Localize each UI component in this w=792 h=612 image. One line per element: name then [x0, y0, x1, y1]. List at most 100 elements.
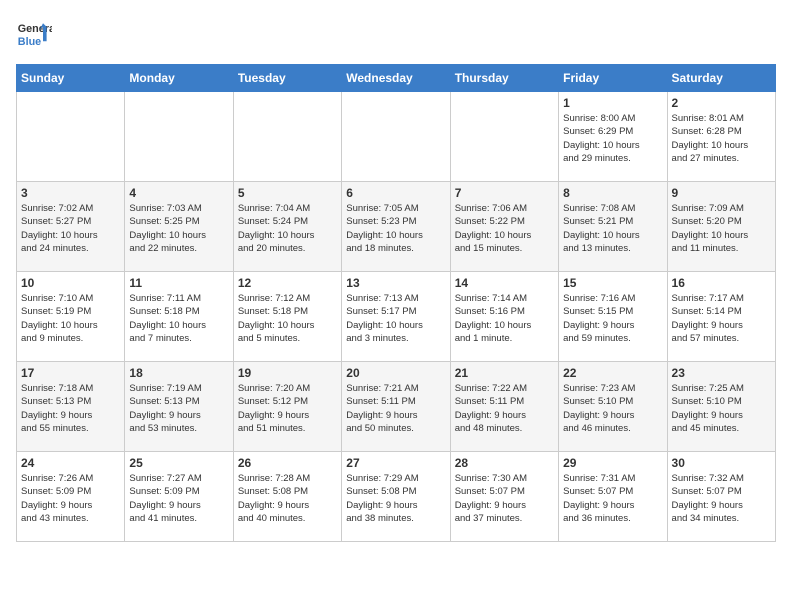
day-number: 30 [672, 456, 771, 470]
day-info: Sunrise: 7:23 AM Sunset: 5:10 PM Dayligh… [563, 382, 662, 435]
day-number: 16 [672, 276, 771, 290]
calendar-cell: 6 Sunrise: 7:05 AM Sunset: 5:23 PM Daylig… [342, 182, 450, 272]
day-info: Sunrise: 7:19 AM Sunset: 5:13 PM Dayligh… [129, 382, 228, 435]
logo: General Blue [16, 16, 52, 52]
weekday-header-saturday: Saturday [667, 65, 775, 92]
calendar-cell: 10 Sunrise: 7:10 AM Sunset: 5:19 PM Dayli… [17, 272, 125, 362]
day-number: 10 [21, 276, 120, 290]
day-info: Sunrise: 7:02 AM Sunset: 5:27 PM Dayligh… [21, 202, 120, 255]
day-info: Sunrise: 7:32 AM Sunset: 5:07 PM Dayligh… [672, 472, 771, 525]
day-number: 3 [21, 186, 120, 200]
calendar-cell: 17Sunrise: 7:18 AM Sunset: 5:13 PM Dayli… [17, 362, 125, 452]
day-number: 26 [238, 456, 337, 470]
day-info: Sunrise: 7:26 AM Sunset: 5:09 PM Dayligh… [21, 472, 120, 525]
calendar-cell: 23Sunrise: 7:25 AM Sunset: 5:10 PM Dayli… [667, 362, 775, 452]
calendar-cell: 14 Sunrise: 7:14 AM Sunset: 5:16 PM Dayli… [450, 272, 558, 362]
weekday-header-thursday: Thursday [450, 65, 558, 92]
weekday-header-tuesday: Tuesday [233, 65, 341, 92]
day-info: Sunrise: 7:25 AM Sunset: 5:10 PM Dayligh… [672, 382, 771, 435]
day-number: 25 [129, 456, 228, 470]
calendar-cell [342, 92, 450, 182]
weekday-header-monday: Monday [125, 65, 233, 92]
calendar-cell: 21Sunrise: 7:22 AM Sunset: 5:11 PM Dayli… [450, 362, 558, 452]
day-number: 19 [238, 366, 337, 380]
day-number: 18 [129, 366, 228, 380]
calendar-cell: 4 Sunrise: 7:03 AM Sunset: 5:25 PM Daylig… [125, 182, 233, 272]
day-info: Sunrise: 7:21 AM Sunset: 5:11 PM Dayligh… [346, 382, 445, 435]
day-info: Sunrise: 8:01 AM Sunset: 6:28 PM Dayligh… [672, 112, 771, 165]
calendar-cell: 20 Sunrise: 7:21 AM Sunset: 5:11 PM Dayli… [342, 362, 450, 452]
general-blue-logo-icon: General Blue [16, 16, 52, 52]
day-info: Sunrise: 7:18 AM Sunset: 5:13 PM Dayligh… [21, 382, 120, 435]
day-number: 6 [346, 186, 445, 200]
calendar-cell [17, 92, 125, 182]
calendar-cell: 16 Sunrise: 7:17 AM Sunset: 5:14 PM Dayli… [667, 272, 775, 362]
day-number: 4 [129, 186, 228, 200]
calendar-cell [450, 92, 558, 182]
day-number: 7 [455, 186, 554, 200]
calendar-cell [125, 92, 233, 182]
calendar-header-row: SundayMondayTuesdayWednesdayThursdayFrid… [17, 65, 776, 92]
day-number: 22 [563, 366, 662, 380]
day-number: 9 [672, 186, 771, 200]
calendar-cell: 8 Sunrise: 7:08 AM Sunset: 5:21 PM Daylig… [559, 182, 667, 272]
day-info: Sunrise: 7:30 AM Sunset: 5:07 PM Dayligh… [455, 472, 554, 525]
calendar-cell: 2 Sunrise: 8:01 AM Sunset: 6:28 PM Daylig… [667, 92, 775, 182]
day-info: Sunrise: 7:16 AM Sunset: 5:15 PM Dayligh… [563, 292, 662, 345]
calendar-cell: 1 Sunrise: 8:00 AM Sunset: 6:29 PM Daylig… [559, 92, 667, 182]
day-number: 13 [346, 276, 445, 290]
weekday-header-sunday: Sunday [17, 65, 125, 92]
calendar-cell [233, 92, 341, 182]
day-info: Sunrise: 7:08 AM Sunset: 5:21 PM Dayligh… [563, 202, 662, 255]
calendar-week-row: 10 Sunrise: 7:10 AM Sunset: 5:19 PM Dayli… [17, 272, 776, 362]
day-info: Sunrise: 7:20 AM Sunset: 5:12 PM Dayligh… [238, 382, 337, 435]
calendar-cell: 13 Sunrise: 7:13 AM Sunset: 5:17 PM Dayli… [342, 272, 450, 362]
calendar-cell: 9 Sunrise: 7:09 AM Sunset: 5:20 PM Daylig… [667, 182, 775, 272]
day-info: Sunrise: 7:03 AM Sunset: 5:25 PM Dayligh… [129, 202, 228, 255]
day-number: 14 [455, 276, 554, 290]
day-number: 24 [21, 456, 120, 470]
day-info: Sunrise: 7:12 AM Sunset: 5:18 PM Dayligh… [238, 292, 337, 345]
day-number: 28 [455, 456, 554, 470]
calendar-week-row: 24 Sunrise: 7:26 AM Sunset: 5:09 PM Dayli… [17, 452, 776, 542]
day-number: 12 [238, 276, 337, 290]
calendar-cell: 18 Sunrise: 7:19 AM Sunset: 5:13 PM Dayli… [125, 362, 233, 452]
calendar-cell: 25Sunrise: 7:27 AM Sunset: 5:09 PM Dayli… [125, 452, 233, 542]
day-info: Sunrise: 7:09 AM Sunset: 5:20 PM Dayligh… [672, 202, 771, 255]
calendar-cell: 7Sunrise: 7:06 AM Sunset: 5:22 PM Daylig… [450, 182, 558, 272]
day-info: Sunrise: 8:00 AM Sunset: 6:29 PM Dayligh… [563, 112, 662, 165]
day-number: 15 [563, 276, 662, 290]
calendar-cell: 22 Sunrise: 7:23 AM Sunset: 5:10 PM Dayli… [559, 362, 667, 452]
day-info: Sunrise: 7:11 AM Sunset: 5:18 PM Dayligh… [129, 292, 228, 345]
day-number: 20 [346, 366, 445, 380]
calendar-cell: 28 Sunrise: 7:30 AM Sunset: 5:07 PM Dayli… [450, 452, 558, 542]
day-number: 27 [346, 456, 445, 470]
calendar-cell: 26 Sunrise: 7:28 AM Sunset: 5:08 PM Dayli… [233, 452, 341, 542]
calendar-cell: 12 Sunrise: 7:12 AM Sunset: 5:18 PM Dayli… [233, 272, 341, 362]
day-number: 1 [563, 96, 662, 110]
calendar-cell: 11Sunrise: 7:11 AM Sunset: 5:18 PM Dayli… [125, 272, 233, 362]
day-info: Sunrise: 7:05 AM Sunset: 5:23 PM Dayligh… [346, 202, 445, 255]
calendar-cell: 5Sunrise: 7:04 AM Sunset: 5:24 PM Daylig… [233, 182, 341, 272]
day-number: 21 [455, 366, 554, 380]
day-info: Sunrise: 7:10 AM Sunset: 5:19 PM Dayligh… [21, 292, 120, 345]
calendar-cell: 30 Sunrise: 7:32 AM Sunset: 5:07 PM Dayli… [667, 452, 775, 542]
day-info: Sunrise: 7:13 AM Sunset: 5:17 PM Dayligh… [346, 292, 445, 345]
weekday-header-wednesday: Wednesday [342, 65, 450, 92]
calendar-cell: 15 Sunrise: 7:16 AM Sunset: 5:15 PM Dayli… [559, 272, 667, 362]
calendar-cell: 24 Sunrise: 7:26 AM Sunset: 5:09 PM Dayli… [17, 452, 125, 542]
calendar-cell: 29Sunrise: 7:31 AM Sunset: 5:07 PM Dayli… [559, 452, 667, 542]
day-info: Sunrise: 7:14 AM Sunset: 5:16 PM Dayligh… [455, 292, 554, 345]
calendar-table: SundayMondayTuesdayWednesdayThursdayFrid… [16, 64, 776, 542]
weekday-header-friday: Friday [559, 65, 667, 92]
day-info: Sunrise: 7:29 AM Sunset: 5:08 PM Dayligh… [346, 472, 445, 525]
day-number: 8 [563, 186, 662, 200]
calendar-cell: 3 Sunrise: 7:02 AM Sunset: 5:27 PM Daylig… [17, 182, 125, 272]
day-info: Sunrise: 7:28 AM Sunset: 5:08 PM Dayligh… [238, 472, 337, 525]
day-number: 2 [672, 96, 771, 110]
day-info: Sunrise: 7:04 AM Sunset: 5:24 PM Dayligh… [238, 202, 337, 255]
calendar-week-row: 17Sunrise: 7:18 AM Sunset: 5:13 PM Dayli… [17, 362, 776, 452]
day-info: Sunrise: 7:17 AM Sunset: 5:14 PM Dayligh… [672, 292, 771, 345]
calendar-week-row: 3 Sunrise: 7:02 AM Sunset: 5:27 PM Daylig… [17, 182, 776, 272]
day-number: 29 [563, 456, 662, 470]
